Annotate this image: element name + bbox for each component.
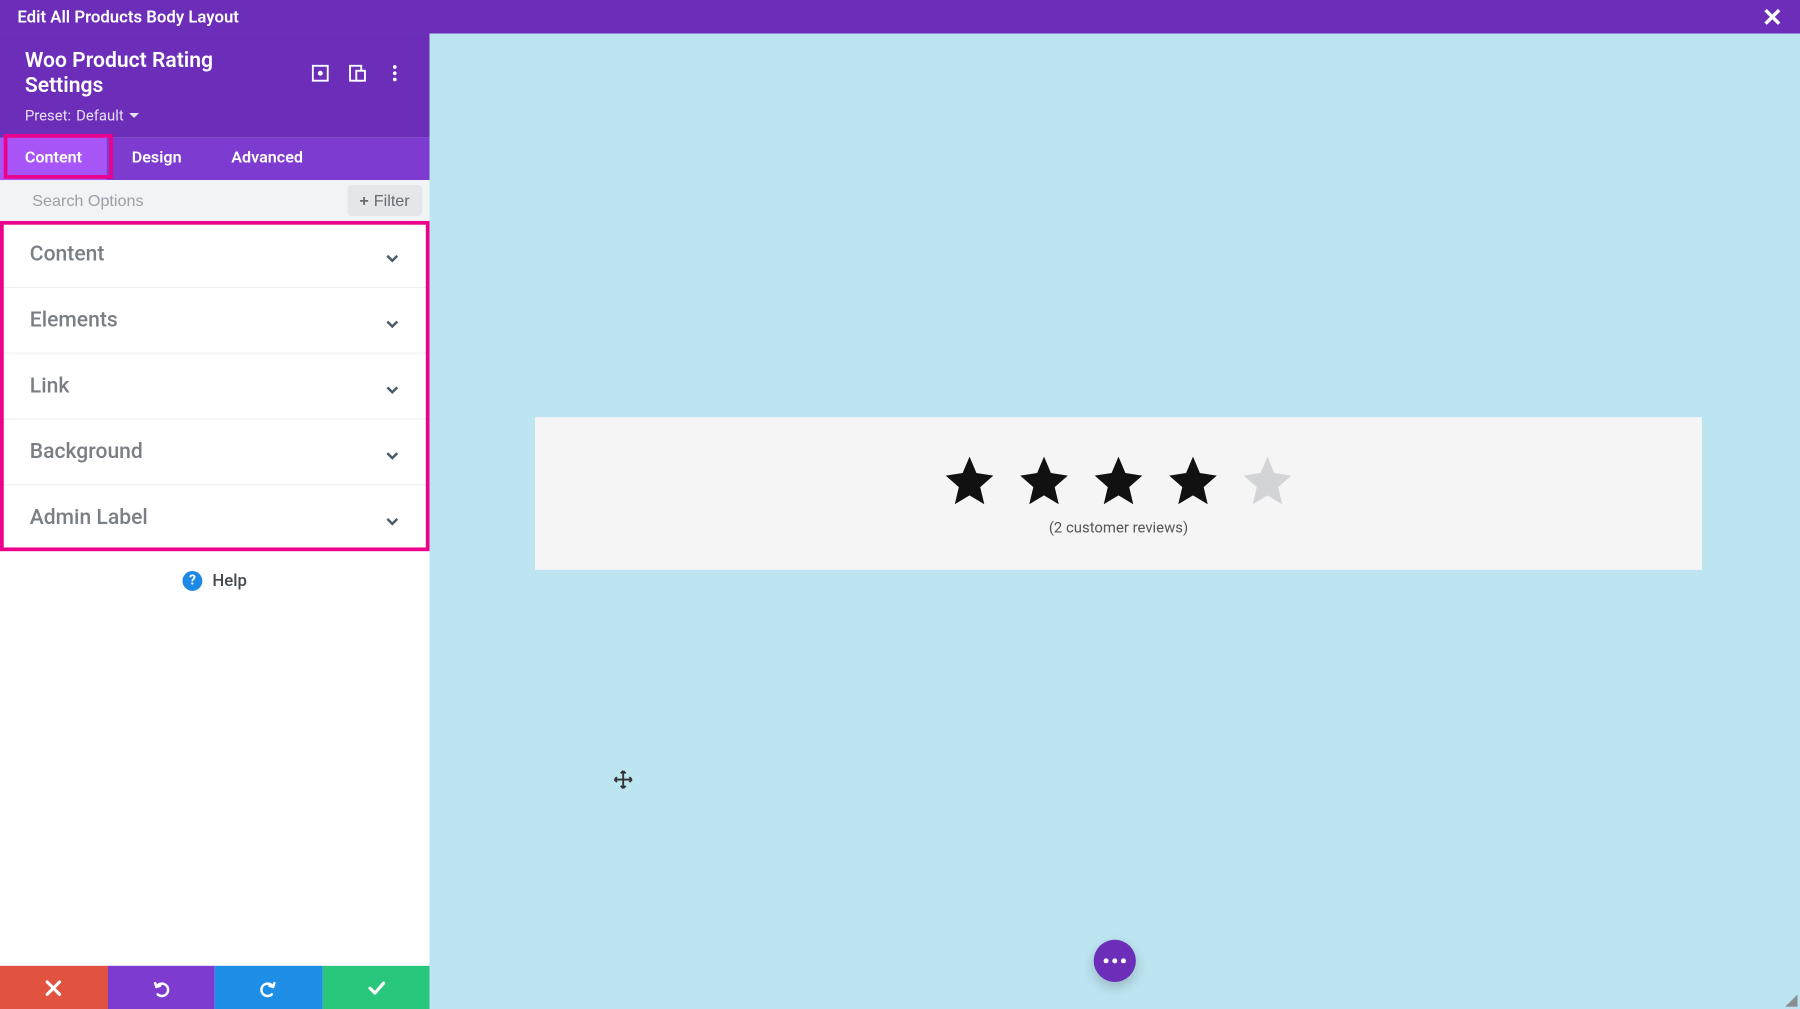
tab-design[interactable]: Design — [107, 138, 207, 180]
caret-down-icon — [129, 113, 139, 118]
settings-sidebar: Woo Product Rating Settings Preset: Defa… — [0, 34, 430, 1009]
filter-button[interactable]: + Filter — [347, 185, 422, 216]
chevron-down-icon — [385, 444, 400, 459]
sidebar-header: Woo Product Rating Settings Preset: Defa… — [0, 34, 430, 138]
move-cursor-icon — [613, 770, 633, 790]
accordion-background[interactable]: Background — [0, 419, 430, 484]
reviews-count[interactable]: (2 customer reviews) — [1049, 518, 1188, 535]
canvas-preview[interactable]: (2 customer reviews) — [430, 34, 1800, 1009]
undo-button[interactable] — [107, 966, 214, 1009]
search-bar: + Filter — [0, 180, 430, 222]
star-icon-empty — [1239, 451, 1296, 508]
search-input[interactable] — [32, 192, 347, 211]
help-label: Help — [212, 571, 247, 591]
redo-button[interactable] — [215, 966, 322, 1009]
chevron-down-icon — [385, 247, 400, 262]
help-link[interactable]: ? Help — [0, 551, 430, 591]
star-icon — [1090, 451, 1147, 508]
accordion-label: Elements — [30, 308, 118, 333]
star-icon — [1015, 451, 1072, 508]
accordion-link[interactable]: Link — [0, 354, 430, 419]
star-rating — [941, 451, 1296, 508]
accordion-content[interactable]: Content — [0, 222, 430, 287]
chevron-down-icon — [385, 313, 400, 328]
more-icon — [1104, 958, 1126, 963]
module-title: Woo Product Rating Settings — [25, 48, 293, 99]
accordion-group: Content Elements Link — [0, 222, 430, 551]
footer-actions — [0, 966, 430, 1009]
star-icon — [941, 451, 998, 508]
accordion-label: Content — [30, 242, 105, 267]
page-title: Edit All Products Body Layout — [12, 7, 239, 27]
chevron-down-icon — [385, 510, 400, 525]
product-rating-module[interactable]: (2 customer reviews) — [535, 417, 1702, 570]
accordion-label: Admin Label — [30, 505, 148, 530]
star-icon — [1164, 451, 1221, 508]
accordion-label: Link — [30, 373, 70, 398]
more-options-icon[interactable] — [385, 64, 405, 84]
resize-handle-icon[interactable] — [1785, 994, 1797, 1006]
tab-advanced[interactable]: Advanced — [206, 138, 327, 180]
accordion-label: Background — [30, 439, 143, 464]
plus-icon: + — [359, 192, 368, 211]
close-icon[interactable]: ✕ — [1757, 4, 1788, 29]
preset-label: Preset: — [25, 106, 71, 123]
accordion-admin-label[interactable]: Admin Label — [0, 485, 430, 550]
preset-selector[interactable]: Preset: Default — [25, 106, 139, 123]
chevron-down-icon — [385, 378, 400, 393]
settings-tabs: Content Design Advanced — [0, 138, 430, 180]
accordion-elements[interactable]: Elements — [0, 288, 430, 353]
tab-content[interactable]: Content — [0, 138, 107, 180]
cancel-button[interactable] — [0, 966, 107, 1009]
builder-fab-button[interactable] — [1094, 940, 1136, 982]
help-icon: ? — [183, 571, 203, 591]
responsive-icon[interactable] — [348, 64, 368, 84]
filter-label: Filter — [374, 192, 410, 211]
preset-value: Default — [76, 106, 124, 123]
top-bar: Edit All Products Body Layout ✕ — [0, 0, 1800, 34]
hover-options-icon[interactable] — [310, 64, 330, 84]
save-button[interactable] — [322, 966, 429, 1009]
